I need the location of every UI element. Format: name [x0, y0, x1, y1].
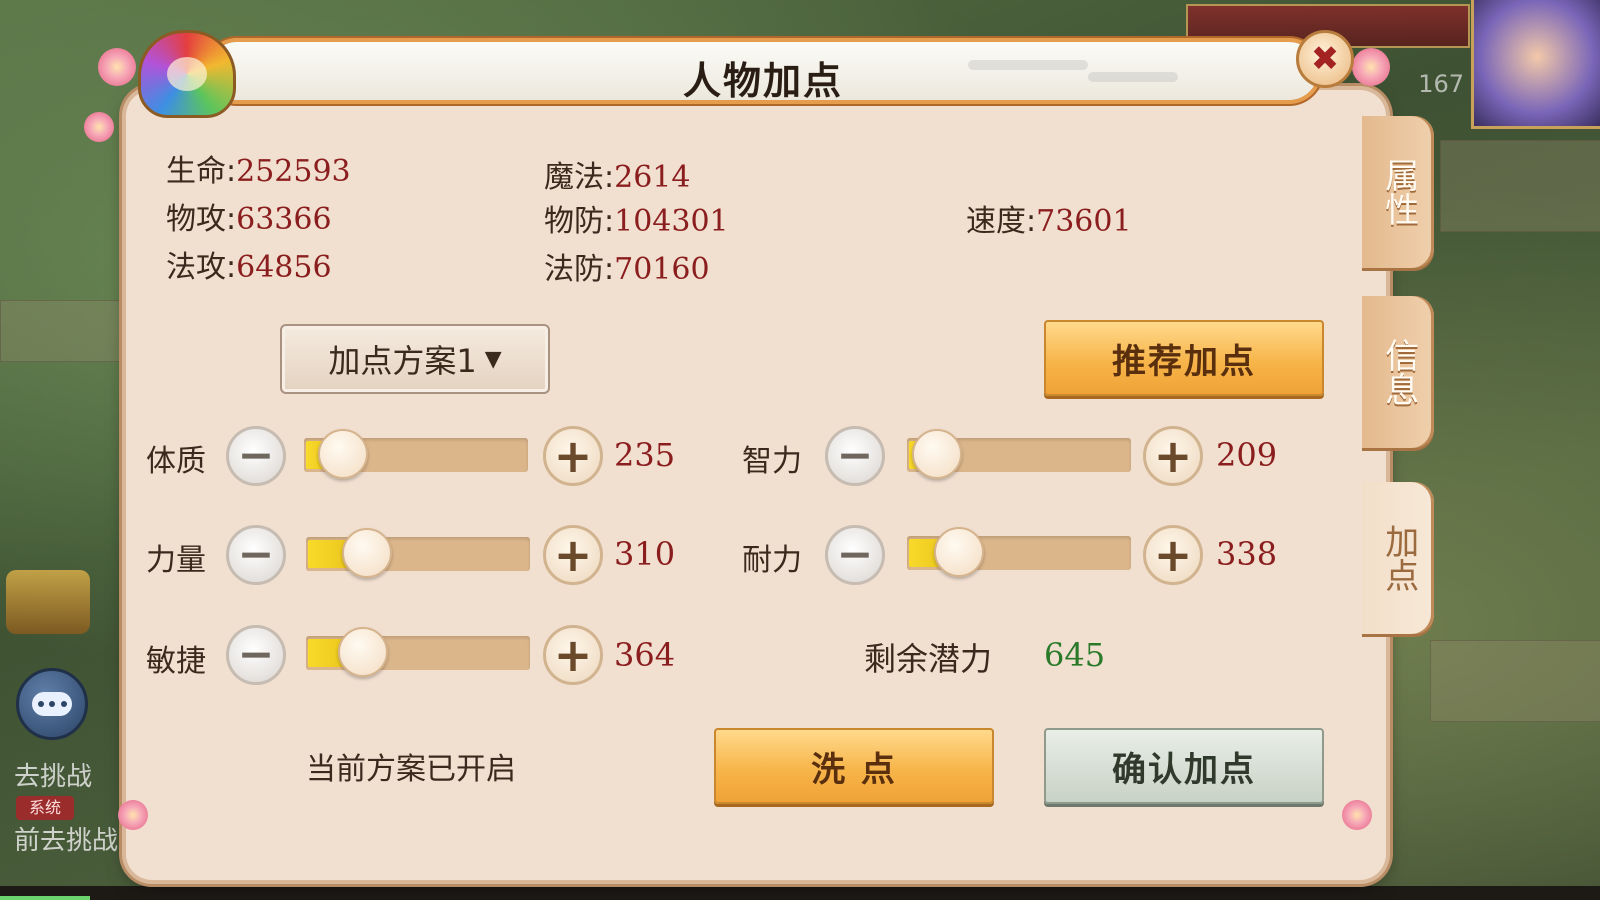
constitution-minus-button[interactable]: −: [226, 426, 286, 486]
emblem-icon: [138, 30, 236, 118]
tab-attributes[interactable]: 属性: [1362, 116, 1434, 268]
plan-status-text: 当前方案已开启: [306, 752, 516, 787]
agility-minus-button[interactable]: −: [226, 625, 286, 685]
tab-info-label: 信息: [1378, 338, 1419, 406]
stat-phys-atk-label: 物攻:: [166, 202, 237, 237]
task-text[interactable]: 去挑战: [14, 756, 92, 793]
flower-icon: [1352, 48, 1390, 86]
chat-button[interactable]: [16, 668, 88, 740]
close-button[interactable]: ✖: [1296, 30, 1354, 88]
constitution-plus-button[interactable]: +: [543, 426, 603, 486]
intellect-plus-button[interactable]: +: [1143, 426, 1203, 486]
friends-icon[interactable]: [6, 570, 90, 634]
attr-agility-value: 364: [614, 636, 676, 674]
endurance-minus-button[interactable]: −: [825, 525, 885, 585]
minus-icon: −: [836, 529, 874, 580]
attr-endurance-label: 耐力: [742, 543, 802, 578]
constitution-slider[interactable]: [304, 429, 528, 479]
stat-mp-label: 魔法:: [544, 160, 615, 195]
endurance-plus-button[interactable]: +: [1143, 525, 1203, 585]
flower-icon: [1342, 800, 1372, 830]
plan-dropdown[interactable]: 加点方案1 ▼: [280, 324, 550, 394]
stat-hp-label: 生命:: [166, 154, 237, 189]
stat-mp: 魔法:2614: [544, 152, 690, 196]
plus-icon: +: [1153, 528, 1193, 582]
strength-minus-button[interactable]: −: [226, 525, 286, 585]
stat-phys-def-label: 物防:: [544, 204, 615, 239]
system-tag: 系统: [16, 796, 74, 820]
stat-phys-atk-value: 63366: [236, 202, 332, 237]
endurance-slider[interactable]: [907, 527, 1131, 577]
stat-speed: 速度:73601: [966, 196, 1132, 240]
recommend-points-button[interactable]: 推荐加点: [1044, 320, 1324, 396]
exp-bar-fill: [0, 896, 90, 900]
stat-hp-value: 252593: [236, 154, 351, 189]
flower-icon: [84, 112, 114, 142]
slider-knob[interactable]: [912, 429, 962, 479]
plus-icon: +: [553, 429, 593, 483]
chat-icon: [32, 692, 72, 716]
stat-mag-def: 法防:70160: [544, 244, 710, 288]
intellect-minus-button[interactable]: −: [825, 426, 885, 486]
attr-intellect-label: 智力: [742, 444, 802, 479]
task-text[interactable]: 前去挑战: [14, 820, 118, 857]
plan-dropdown-label: 加点方案1: [328, 342, 477, 380]
chevron-down-icon: ▼: [484, 346, 502, 372]
stat-mag-atk-label: 法攻:: [166, 250, 237, 285]
exp-bar: [0, 886, 1600, 900]
stat-mag-atk: 法攻:64856: [166, 242, 332, 286]
stat-phys-def: 物防:104301: [544, 196, 729, 240]
hud-level-number: 167: [1418, 70, 1464, 98]
bg-roof-tile: [0, 300, 132, 362]
slider-knob[interactable]: [338, 627, 388, 677]
minus-icon: −: [836, 430, 874, 481]
attr-endurance-value: 338: [1216, 535, 1278, 573]
close-icon: ✖: [1310, 39, 1340, 79]
slider-knob[interactable]: [934, 527, 984, 577]
slider-knob[interactable]: [318, 429, 368, 479]
stat-mag-def-value: 70160: [614, 252, 710, 287]
agility-plus-button[interactable]: +: [543, 625, 603, 685]
attr-constitution-label: 体质: [146, 444, 206, 479]
bg-roof-tile: [1430, 640, 1600, 722]
flower-icon: [118, 800, 148, 830]
dialog-title: 人物加点: [682, 59, 843, 103]
plus-icon: +: [553, 628, 593, 682]
plus-icon: +: [553, 528, 593, 582]
stat-mp-value: 2614: [614, 160, 691, 195]
tab-info[interactable]: 信息: [1362, 296, 1434, 448]
stat-mag-atk-value: 64856: [236, 250, 332, 285]
dialog-titlebar: 人物加点: [208, 42, 1318, 103]
flower-icon: [98, 48, 136, 86]
remaining-points-label: 剩余潜力: [864, 640, 993, 678]
stat-phys-atk: 物攻:63366: [166, 194, 332, 238]
plus-icon: +: [1153, 429, 1193, 483]
remaining-points-value: 645: [1044, 636, 1106, 674]
attr-constitution-value: 235: [614, 436, 676, 474]
confirm-points-button[interactable]: 确认加点: [1044, 728, 1324, 804]
minus-icon: −: [237, 629, 275, 680]
strength-plus-button[interactable]: +: [543, 525, 603, 585]
minus-icon: −: [237, 430, 275, 481]
bg-roof-tile: [1440, 140, 1600, 232]
stat-mag-def-label: 法防:: [544, 252, 615, 287]
stat-phys-def-value: 104301: [614, 204, 729, 239]
player-avatar[interactable]: [1471, 0, 1600, 129]
tab-attributes-label: 属性: [1378, 158, 1419, 226]
stat-speed-value: 73601: [1036, 204, 1132, 239]
agility-slider[interactable]: [306, 627, 530, 677]
slider-knob[interactable]: [342, 528, 392, 578]
attr-strength-value: 310: [614, 535, 676, 573]
minus-icon: −: [237, 529, 275, 580]
attr-strength-label: 力量: [146, 543, 206, 578]
intellect-slider[interactable]: [907, 429, 1131, 479]
attr-intellect-value: 209: [1216, 436, 1278, 474]
strength-slider[interactable]: [306, 528, 530, 578]
stat-speed-label: 速度:: [966, 204, 1037, 239]
reset-points-button[interactable]: 洗 点: [714, 728, 994, 804]
tab-add-points-label: 加点: [1378, 524, 1419, 592]
attr-agility-label: 敏捷: [146, 644, 206, 679]
tab-add-points[interactable]: 加点: [1362, 482, 1434, 634]
stat-hp: 生命:252593: [166, 146, 351, 190]
